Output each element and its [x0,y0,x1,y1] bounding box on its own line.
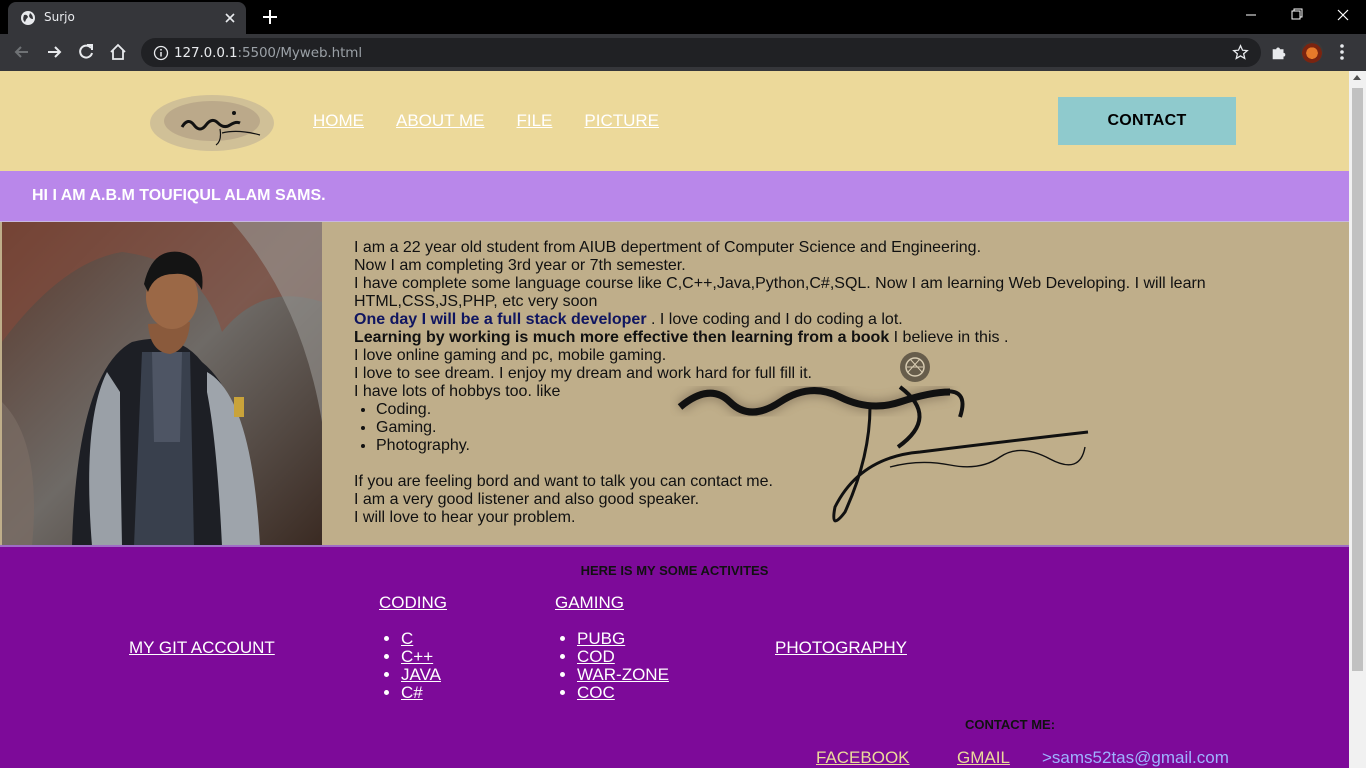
about-line: One day I will be a full stack developer… [354,311,903,328]
main-nav: HOME ABOUT ME FILE PICTURE [313,111,659,131]
activities-section: HERE IS MY SOME ACTIVITES MY GIT ACCOUNT… [0,545,1349,768]
nav-picture[interactable]: PICTURE [584,111,659,131]
contact-button[interactable]: CONTACT [1058,97,1236,145]
restore-icon[interactable] [1274,0,1320,30]
coding-item-link[interactable]: C# [401,683,423,702]
profile-photo [2,222,322,546]
info-icon[interactable] [153,45,169,61]
url-text: 127.0.0.1:5500/Myweb.html [174,45,362,61]
contact-me-label: CONTACT ME: [965,717,1056,732]
more-menu-icon[interactable] [1335,42,1349,62]
full-stack-highlight: One day I will be a full stack developer [354,311,647,328]
list-item: COD [577,648,669,666]
gaming-item-link[interactable]: PUBG [577,629,625,648]
gaming-item-link[interactable]: COD [577,647,615,666]
home-icon[interactable] [108,42,128,62]
site-header: HOME ABOUT ME FILE PICTURE CONTACT [0,71,1349,171]
globe-icon [21,11,35,25]
gaming-item-link[interactable]: COC [577,683,615,702]
browser-tab[interactable]: Surjo [8,2,246,34]
page-scrollbar[interactable] [1349,71,1366,768]
tab-title: Surjo [44,10,75,24]
scroll-thumb[interactable] [1352,88,1363,671]
gaming-item-link[interactable]: WAR-ZONE [577,665,669,684]
about-line: I have complete some language course lik… [354,275,1206,310]
coding-item-link[interactable]: JAVA [401,665,441,684]
reload-icon[interactable] [76,42,96,62]
nav-about-me[interactable]: ABOUT ME [396,111,484,131]
gaming-link[interactable]: GAMING [555,593,669,613]
about-line: I am a 22 year old student from AIUB dep… [354,239,982,256]
greeting-bar: HI I AM A.B.M TOUFIQUL ALAM SAMS. [0,171,1349,221]
signature-image [676,352,1089,523]
list-item: JAVA [401,666,447,684]
list-item: C [401,630,447,648]
activities-heading: HERE IS MY SOME ACTIVITES [580,563,769,578]
address-bar[interactable]: 127.0.0.1:5500/Myweb.html [141,38,1261,67]
git-account-link[interactable]: MY GIT ACCOUNT [129,638,275,658]
close-tab-icon[interactable] [222,10,238,26]
list-item: WAR-ZONE [577,666,669,684]
list-item: C# [401,684,447,702]
gaming-list: PUBG COD WAR-ZONE COC [577,630,669,702]
minimize-icon[interactable] [1228,0,1274,30]
browser-tabstrip: Surjo [0,0,1366,34]
coding-item-link[interactable]: C++ [401,647,433,666]
coding-list: C C++ JAVA C# [401,630,447,702]
greeting-text: HI I AM A.B.M TOUFIQUL ALAM SAMS. [32,187,326,204]
about-line: Now I am completing 3rd year or 7th seme… [354,257,686,274]
page-viewport: HOME ABOUT ME FILE PICTURE CONTACT HI I … [0,71,1349,768]
nav-file[interactable]: FILE [516,111,552,131]
back-icon[interactable] [12,42,32,62]
new-tab-icon[interactable] [260,7,280,27]
close-window-icon[interactable] [1320,0,1366,30]
list-item: C++ [401,648,447,666]
gmail-link[interactable]: GMAIL [957,748,1010,768]
scroll-up-arrow-icon[interactable] [1353,75,1361,80]
forward-icon[interactable] [44,42,64,62]
email-text: >sams52tas@gmail.com [1042,748,1229,767]
profile-avatar[interactable] [1301,41,1323,63]
photography-link[interactable]: PHOTOGRAPHY [775,638,907,658]
about-section: I am a 22 year old student from AIUB dep… [0,221,1349,546]
coding-link[interactable]: CODING [379,593,447,613]
extensions-puzzle-icon[interactable] [1270,43,1288,61]
nav-home[interactable]: HOME [313,111,364,131]
list-item: PUBG [577,630,669,648]
coding-item-link[interactable]: C [401,629,413,648]
facebook-link[interactable]: FACEBOOK [816,748,910,768]
coding-column: CODING C C++ JAVA C# [379,593,447,702]
surjo-logo[interactable] [142,85,282,157]
learning-highlight: Learning by working is much more effecti… [354,329,890,346]
gaming-column: GAMING PUBG COD WAR-ZONE COC [555,593,669,702]
bookmark-star-icon[interactable] [1232,44,1249,61]
browser-toolbar: 127.0.0.1:5500/Myweb.html [0,34,1366,71]
about-line: Learning by working is much more effecti… [354,329,1009,346]
list-item: COC [577,684,669,702]
